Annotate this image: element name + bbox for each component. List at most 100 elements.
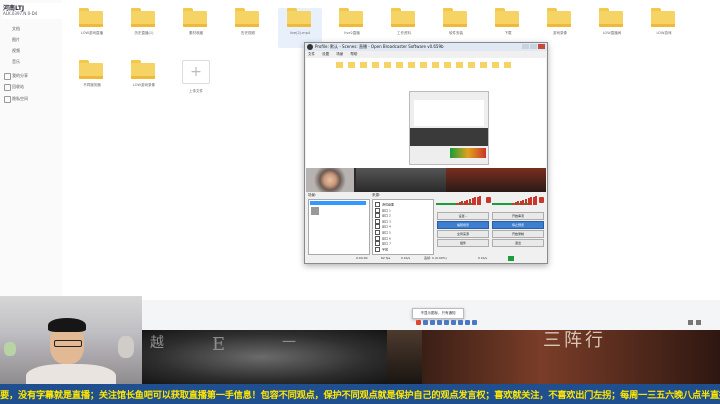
plugins-button[interactable]: 插件 [437, 239, 489, 247]
checkbox-icon[interactable] [375, 207, 380, 213]
folder-label: 素材收藏 [189, 31, 203, 35]
folder-item[interactable]: 历史直播(1) [122, 8, 166, 48]
checkbox-icon[interactable] [375, 230, 380, 235]
source-item[interactable]: 窗口 2 [375, 213, 391, 219]
tray-battery-icon[interactable] [688, 320, 693, 325]
preview-folders [336, 62, 541, 72]
sidebar-item-music[interactable]: 音乐 [12, 59, 20, 65]
scrolling-ticker: 要，没有字幕就是直播；关注馆长鱼吧可以获取直播第一手信息！包容不同观点，保护不同… [0, 384, 720, 404]
menu-settings[interactable]: 设置 [322, 52, 329, 56]
share-icon [4, 73, 11, 80]
maximize-icon[interactable] [530, 44, 537, 49]
source-item[interactable]: 游戏画面 [375, 202, 394, 207]
tray-volume-icon[interactable] [430, 320, 435, 325]
source-list[interactable]: 游戏画面 窗口 1 窗口 2 窗口 3 窗口 4 窗口 5 窗口 6 窗口 7 字幕 [372, 199, 434, 255]
tray-app-icon[interactable] [416, 320, 421, 325]
obs-titlebar[interactable]: Profile: 默认 - Scenes: 直播 - Open Broadcas… [305, 43, 547, 51]
exit-button[interactable]: 退出 [492, 239, 544, 247]
checkbox-icon[interactable] [375, 224, 380, 230]
tray-shield-icon[interactable] [444, 320, 449, 325]
sidebar-item-trash[interactable]: 回收站 [4, 84, 24, 91]
upload-button[interactable]: + [182, 60, 210, 84]
sidebar-item-images[interactable]: 图片 [12, 37, 20, 43]
source-item[interactable]: 窗口 5 [375, 230, 391, 235]
fps-readout: 62 fps [381, 256, 391, 260]
folder-item[interactable]: LOW游戏录像 [122, 60, 166, 100]
checkbox-icon[interactable] [375, 246, 380, 252]
source-item[interactable]: 窗口 7 [375, 241, 391, 247]
user-subtitle: ALK.0397.N.0-D4 [3, 11, 38, 16]
tray-chat-icon[interactable] [458, 320, 463, 325]
folder-label: live(2).mp4 [289, 31, 311, 35]
folder-item[interactable]: 历史视频 [226, 8, 270, 48]
edit-scene-button[interactable]: 编辑场景 [437, 221, 489, 229]
banner-glyph-2: E [212, 334, 226, 355]
folder-item[interactable]: 不同服务器 [70, 60, 114, 100]
minimize-icon[interactable] [522, 44, 529, 49]
scene-list[interactable] [308, 199, 370, 255]
folder-icon [131, 8, 155, 27]
folder-icon [287, 8, 311, 27]
obs-camera-strip [306, 168, 546, 192]
folder-item[interactable]: LOW游戏 [642, 8, 686, 48]
banner-glyph-3: 一 [282, 335, 296, 351]
global-sources-button[interactable]: 全局来源 [437, 230, 489, 238]
close-icon[interactable] [538, 44, 545, 49]
folder-icon [183, 8, 207, 27]
mic-icon[interactable] [486, 197, 491, 203]
checkbox-icon[interactable] [375, 202, 380, 207]
source-item[interactable]: 窗口 3 [375, 218, 391, 224]
start-stream-button[interactable]: 开始串流 [492, 212, 544, 220]
folder-label: 下载 [504, 31, 512, 35]
lock-icon [4, 96, 11, 103]
tray-mail-icon[interactable] [465, 320, 470, 325]
tray-network-icon[interactable] [423, 320, 428, 325]
tray-ime-icon[interactable] [437, 320, 442, 325]
source-item[interactable]: 窗口 4 [375, 224, 391, 230]
tray-notify-icon[interactable] [696, 320, 701, 325]
speaker-icon[interactable] [539, 197, 544, 203]
checkbox-icon[interactable] [375, 213, 380, 219]
folder-icon [547, 8, 571, 27]
folder-icon [443, 8, 467, 27]
sidebar-item-documents[interactable]: 文档 [12, 26, 20, 32]
folder-label: 历史视频 [241, 31, 255, 35]
checkbox-icon[interactable] [375, 218, 380, 224]
stream-banner: 越 E 一 三阵行 [142, 330, 720, 384]
checkbox-icon[interactable] [375, 241, 380, 247]
menu-help[interactable]: 帮助 [350, 52, 357, 56]
menu-scenes[interactable]: 场景 [336, 52, 343, 56]
folder-label: 历史直播(1) [134, 31, 154, 35]
stream-time: 0:00:00 [356, 256, 368, 260]
source-item[interactable]: 窗口 6 [375, 235, 391, 241]
sources-label: 来源: [372, 193, 381, 197]
sidebar-item-private[interactable]: 隐私空间 [4, 96, 28, 103]
tray-cloud-icon[interactable] [451, 320, 456, 325]
menu-file[interactable]: 文件 [308, 52, 315, 56]
obs-window[interactable]: Profile: 默认 - Scenes: 直播 - Open Broadcas… [304, 42, 548, 264]
folder-icon [79, 8, 103, 27]
folder-item[interactable]: LOW直播间 [590, 8, 634, 48]
scene-item-selected[interactable] [310, 201, 366, 205]
obs-menubar: 文件 设置 场景 帮助 [305, 51, 547, 57]
user-header[interactable]: 河南LTJ ALK.0397.N.0-D4 [3, 3, 63, 19]
background-toy [4, 342, 16, 356]
sidebar-item-videos[interactable]: 视频 [12, 48, 20, 54]
start-record-button[interactable]: 开始录制 [492, 230, 544, 238]
upload-label: 上传文件 [189, 89, 203, 93]
stop-preview-button[interactable]: 停止预览 [492, 221, 544, 229]
source-item[interactable]: 字幕 [375, 246, 388, 252]
tray-icons [416, 320, 496, 328]
folder-item[interactable]: 素材收藏 [174, 8, 218, 48]
bitrate-readout: 0 kb/s [401, 256, 411, 260]
source-item[interactable]: 窗口 1 [375, 207, 391, 213]
sidebar-item-shares[interactable]: 我的分享 [4, 73, 28, 80]
settings-button[interactable]: 设置... [437, 212, 489, 220]
folder-label: LOW游戏直播 [80, 31, 104, 35]
checkbox-icon[interactable] [375, 235, 380, 241]
tray-monitor-icon[interactable] [472, 320, 477, 325]
folder-item[interactable]: LOW游戏直播 [70, 8, 114, 48]
sidebar: 河南LTJ ALK.0397.N.0-D4 文档 图片 视频 音乐 我的分享 回… [0, 0, 63, 300]
folder-icon [339, 8, 363, 27]
tray-tooltip: 不显示图标，只有通知 [412, 308, 464, 319]
